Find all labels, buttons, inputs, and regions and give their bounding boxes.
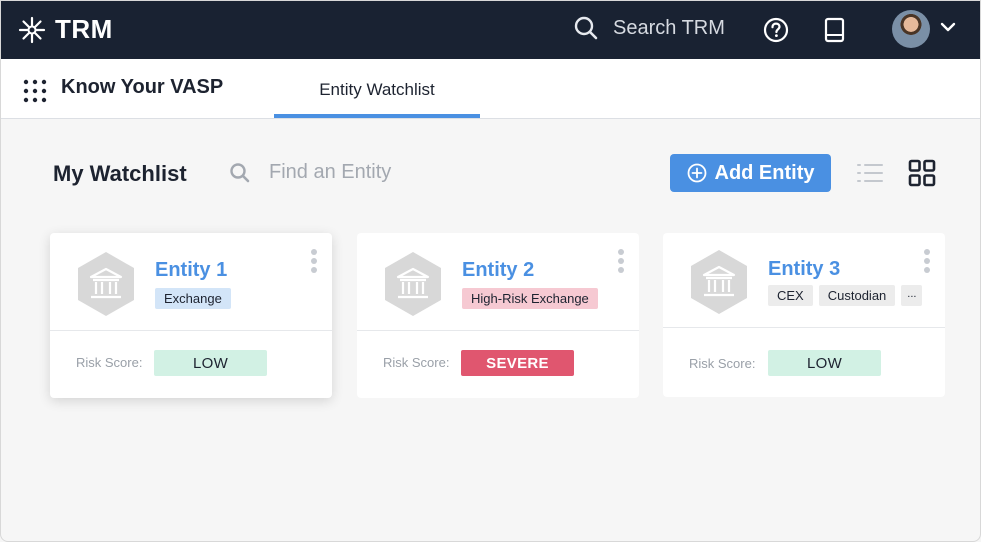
entity-tag: Exchange [155,288,231,309]
bank-icon [385,252,441,316]
chevron-down-icon[interactable] [939,21,957,33]
tab-label: Entity Watchlist [319,80,435,99]
card-header: Entity 3 CEX Custodian ... [663,233,945,328]
more-vertical-icon[interactable] [923,248,931,274]
tab-entity-watchlist[interactable]: Entity Watchlist [274,59,480,118]
entity-tag: CEX [768,285,813,306]
entity-card[interactable]: Entity 1 Exchange Risk Score: LOW [50,233,332,398]
help-icon[interactable] [763,17,789,43]
entity-name[interactable]: Entity 3 [768,258,840,281]
risk-score-label: Risk Score: [383,355,450,370]
add-entity-label: Add Entity [714,161,815,184]
entity-card[interactable]: Entity 2 High-Risk Exchange Risk Score: … [357,233,639,398]
page-title: My Watchlist [53,161,187,186]
risk-score-badge: LOW [154,350,267,376]
more-vertical-icon[interactable] [310,248,318,274]
search-icon [230,162,250,182]
risk-score-label: Risk Score: [76,355,143,370]
plus-circle-icon [687,163,706,183]
top-bar: TRM Search TRM [1,1,980,59]
global-search[interactable]: Search TRM [573,15,725,41]
apps-grid-icon[interactable] [23,79,47,103]
entity-search-input[interactable] [269,161,469,184]
risk-score-badge: SEVERE [461,350,574,376]
app-window: TRM Search TRM Know Your VASP Entity Wat… [0,0,981,542]
bank-icon [691,250,747,314]
brand[interactable]: TRM [17,14,113,45]
entity-tag: High-Risk Exchange [462,288,598,309]
risk-score-badge: LOW [768,350,881,376]
entity-name[interactable]: Entity 1 [155,259,227,282]
more-vertical-icon[interactable] [617,248,625,274]
book-icon[interactable] [823,17,847,43]
entity-tags: Exchange [155,288,231,309]
entity-card[interactable]: Entity 3 CEX Custodian ... Risk Score: L… [663,233,945,397]
product-title: Know Your VASP [61,76,224,98]
entity-tags: CEX Custodian ... [768,285,923,306]
entity-name[interactable]: Entity 2 [462,259,534,282]
more-tags-button[interactable]: ... [901,285,923,306]
grid-view-icon[interactable] [908,159,936,187]
active-tab-indicator [274,114,480,118]
brand-text: TRM [55,14,113,44]
entity-tags: High-Risk Exchange [462,288,598,309]
card-header: Entity 2 High-Risk Exchange [357,233,639,331]
list-view-icon[interactable] [856,161,884,185]
search-icon [574,16,598,40]
search-label: Search TRM [613,16,725,39]
entity-tag: Custodian [818,285,896,306]
bank-icon [78,252,134,316]
add-entity-button[interactable]: Add Entity [670,154,831,192]
sub-nav: Know Your VASP Entity Watchlist [1,59,980,119]
entity-search [229,161,469,184]
risk-score-label: Risk Score: [689,356,756,371]
avatar[interactable] [892,10,930,48]
trm-logo-icon [18,16,46,43]
card-header: Entity 1 Exchange [50,233,332,331]
